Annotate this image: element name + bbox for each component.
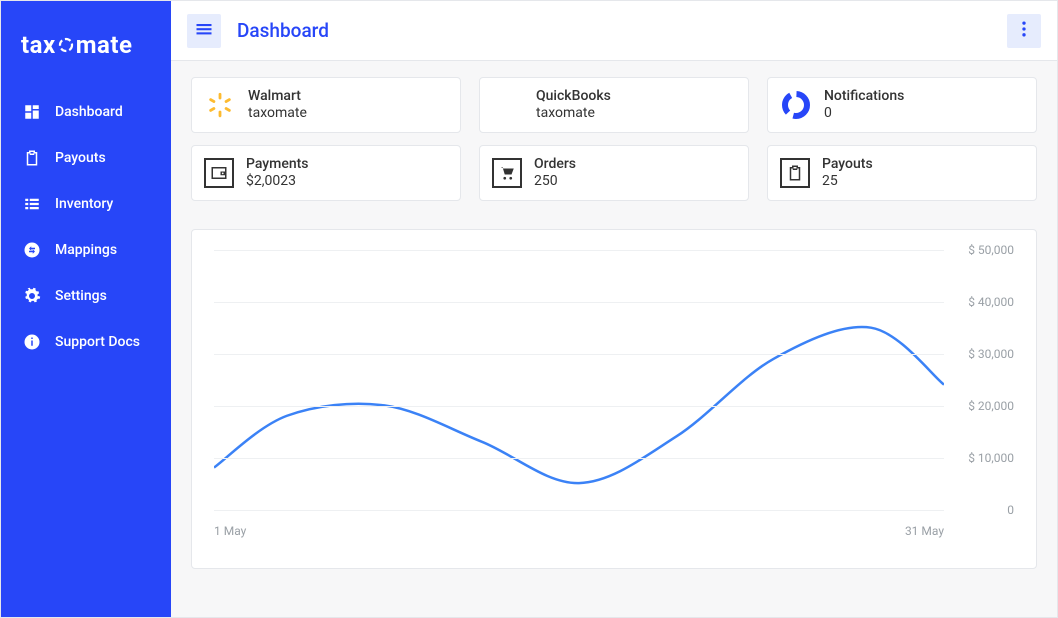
chart-grid-line [214, 250, 944, 251]
brand-suffix: mate [76, 31, 133, 59]
more-options-button[interactable] [1007, 14, 1041, 48]
ring-icon [780, 89, 812, 121]
page-title: Dashboard [237, 19, 329, 42]
card-sub: $2,0023 [246, 173, 309, 191]
chart-x-axis: 1 May 31 May [214, 524, 1014, 538]
y-tick-label: $ 10,000 [968, 451, 1014, 465]
card-title: Payments [246, 156, 309, 174]
card-text: Payments $2,0023 [246, 156, 309, 191]
sidebar-item-inventory[interactable]: Inventory [1, 181, 171, 227]
y-tick-label: $ 40,000 [968, 295, 1014, 309]
chart-grid-line [214, 302, 944, 303]
card-text: Walmart taxomate [248, 88, 307, 123]
sidebar: tax mate Dashboard Payouts [1, 1, 171, 617]
sidebar-item-dashboard[interactable]: Dashboard [1, 89, 171, 135]
app-shell: tax mate Dashboard Payouts [0, 0, 1058, 618]
chart-plot [214, 250, 944, 510]
clipboard-icon [23, 149, 41, 167]
sidebar-item-support-docs[interactable]: Support Docs [1, 319, 171, 365]
cart-icon [492, 158, 522, 188]
blank-icon [492, 89, 524, 121]
card-title: Orders [534, 156, 576, 174]
card-text: Notifications 0 [824, 88, 904, 123]
card-payments[interactable]: Payments $2,0023 [191, 145, 461, 201]
sidebar-item-label: Support Docs [55, 334, 140, 350]
sidebar-item-settings[interactable]: Settings [1, 273, 171, 319]
card-sub: taxomate [536, 105, 611, 123]
x-tick-end: 31 May [905, 524, 944, 538]
card-quickbooks[interactable]: QuickBooks taxomate [479, 77, 749, 133]
sidebar-item-label: Dashboard [55, 104, 123, 120]
spark-icon [204, 89, 236, 121]
brand-icon [57, 32, 75, 60]
card-walmart[interactable]: Walmart taxomate [191, 77, 461, 133]
card-title: Walmart [248, 88, 307, 106]
card-title: Payouts [822, 156, 873, 174]
sidebar-item-label: Payouts [55, 150, 106, 166]
card-text: Orders 250 [534, 156, 576, 191]
chart-grid-line [214, 510, 944, 511]
gear-icon [23, 287, 41, 305]
y-tick-label: $ 20,000 [968, 399, 1014, 413]
clipboard-icon [780, 158, 810, 188]
y-tick-label: $ 30,000 [968, 347, 1014, 361]
card-sub: 0 [824, 105, 904, 123]
kebab-icon [1014, 19, 1034, 42]
wallet-icon [204, 158, 234, 188]
x-tick-start: 1 May [214, 524, 246, 538]
card-title: QuickBooks [536, 88, 611, 106]
sidebar-item-mappings[interactable]: Mappings [1, 227, 171, 273]
card-sub: taxomate [248, 105, 307, 123]
card-text: QuickBooks taxomate [536, 88, 611, 123]
card-payouts[interactable]: Payouts 25 [767, 145, 1037, 201]
hamburger-icon [194, 19, 214, 42]
cards-row-1: Walmart taxomate QuickBooks taxomate [191, 77, 1037, 133]
info-icon [23, 333, 41, 351]
sidebar-item-payouts[interactable]: Payouts [1, 135, 171, 181]
card-text: Payouts 25 [822, 156, 873, 191]
header: Dashboard [171, 1, 1057, 61]
swap-icon [23, 241, 41, 259]
brand-logo: tax mate [1, 21, 171, 89]
chart-line [214, 250, 944, 509]
content: Walmart taxomate QuickBooks taxomate [171, 61, 1057, 617]
list-icon [23, 195, 41, 213]
card-sub: 250 [534, 173, 576, 191]
chart-panel: $ 50,000 $ 40,000 $ 30,000 $ 20,000 $ 10,000… [191, 229, 1037, 569]
menu-toggle-button[interactable] [187, 14, 221, 48]
card-notifications[interactable]: Notifications 0 [767, 77, 1037, 133]
card-orders[interactable]: Orders 250 [479, 145, 749, 201]
chart-y-axis: $ 50,000$ 40,000$ 30,000$ 20,000$ 10,000… [944, 250, 1014, 510]
card-title: Notifications [824, 88, 904, 106]
dashboard-icon [23, 103, 41, 121]
card-sub: 25 [822, 173, 873, 191]
chart-grid-line [214, 406, 944, 407]
sidebar-nav: Dashboard Payouts Inventory Mappings [1, 89, 171, 365]
chart-grid-line [214, 354, 944, 355]
sidebar-item-label: Mappings [55, 242, 117, 258]
chart-grid-line [214, 458, 944, 459]
sidebar-item-label: Inventory [55, 196, 113, 212]
cards-row-2: Payments $2,0023 Orders 250 [191, 145, 1037, 201]
sidebar-item-label: Settings [55, 288, 107, 304]
chart-area: $ 50,000$ 40,000$ 30,000$ 20,000$ 10,000… [214, 250, 1014, 510]
main-area: Dashboard [171, 1, 1057, 617]
y-tick-label: $ 50,000 [968, 243, 1014, 257]
brand-prefix: tax [21, 31, 56, 59]
y-tick-label: 0 [1007, 503, 1014, 517]
